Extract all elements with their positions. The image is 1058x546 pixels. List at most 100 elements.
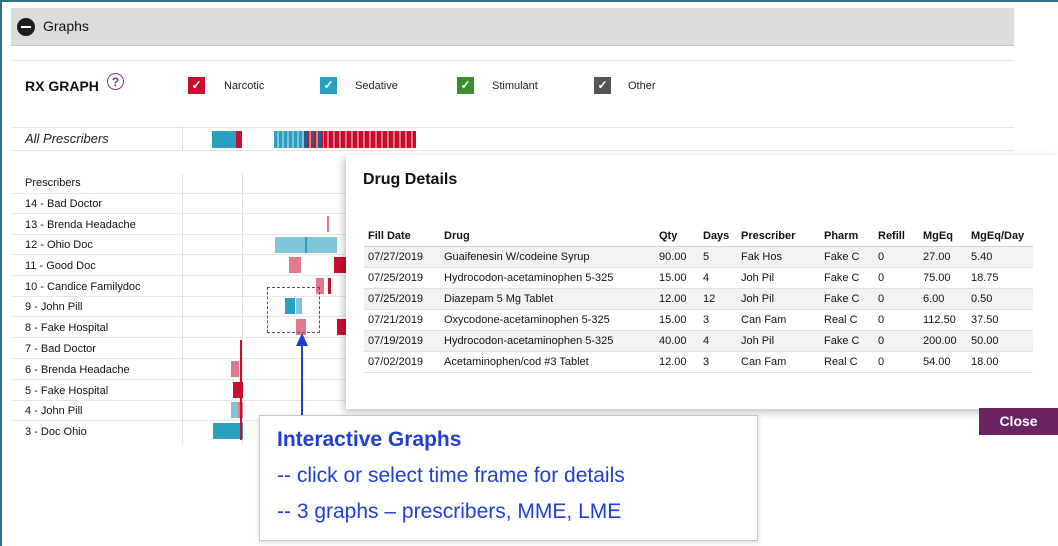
cell-pharm: Fake C: [820, 330, 874, 352]
bar-11-narcotic[interactable]: [289, 257, 301, 273]
other-checkbox[interactable]: ✓: [594, 77, 611, 94]
all-bar-mixed[interactable]: [304, 131, 324, 148]
frame-left-edge: [0, 0, 2, 546]
row-line: [11, 234, 351, 235]
stimulant-checkbox[interactable]: ✓: [457, 77, 474, 94]
col-drug[interactable]: Drug: [440, 226, 655, 247]
sedative-label: Sedative: [355, 80, 398, 92]
bar-6-narcotic[interactable]: [231, 361, 239, 377]
prescriber-row[interactable]: 13 - Brenda Headache: [25, 219, 136, 231]
rx-graph-legend: RX GRAPH ? ✓ Narcotic ✓ Sedative ✓ Stimu…: [11, 60, 1014, 128]
bar-11-narcotic-2[interactable]: [334, 257, 346, 273]
bar-4-sedative[interactable]: [231, 402, 238, 418]
all-prescribers-row[interactable]: All Prescribers: [11, 126, 1014, 151]
cell-refill: 0: [874, 288, 919, 310]
cell-refill: 0: [874, 309, 919, 331]
cell-qty: 12.00: [655, 288, 699, 310]
prescriber-row[interactable]: 14 - Bad Doctor: [25, 198, 102, 210]
bar-12-sedative-2[interactable]: [305, 237, 337, 253]
col-prescriber[interactable]: Prescriber: [737, 226, 820, 247]
cell-refill: 0: [874, 267, 919, 289]
prescriber-row[interactable]: 4 - John Pill: [25, 405, 82, 417]
cell-drug: Diazepam 5 Mg Tablet: [440, 288, 655, 310]
row-line: [11, 254, 351, 255]
prescriber-row[interactable]: 12 - Ohio Doc: [25, 239, 93, 251]
cell-qty: 15.00: [655, 267, 699, 289]
all-bar-sedative-1[interactable]: [212, 131, 236, 148]
col-mgeq-day[interactable]: MgEq/Day: [967, 226, 1033, 247]
cell-mgeq: 54.00: [919, 351, 967, 373]
cell-mgeq: 75.00: [919, 267, 967, 289]
cell-mgeq-day: 0.50: [967, 288, 1033, 310]
bar-7-narcotic-line[interactable]: [240, 340, 242, 440]
cell-qty: 90.00: [655, 246, 699, 268]
prescriber-row[interactable]: 10 - Candice Familydoc: [25, 281, 141, 293]
cell-pharm: Real C: [820, 351, 874, 373]
bar-13-narcotic[interactable]: [327, 216, 329, 232]
prescriber-row[interactable]: 9 - John Pill: [25, 301, 82, 313]
table-row[interactable]: 07/19/2019 Hydrocodon-acetaminophen 5-32…: [364, 330, 1033, 352]
sedative-checkbox[interactable]: ✓: [320, 77, 337, 94]
close-button[interactable]: Close: [979, 408, 1058, 435]
table-header-row: Fill Date Drug Qty Days Prescriber Pharm…: [364, 226, 1033, 247]
prescriber-row[interactable]: 11 - Good Doc: [25, 260, 96, 272]
cell-qty: 15.00: [655, 309, 699, 331]
prescriber-row[interactable]: 3 - Doc Ohio: [25, 426, 87, 438]
cell-mgeq: 27.00: [919, 246, 967, 268]
prescriber-col-divider: [182, 174, 183, 444]
col-mgeq[interactable]: MgEq: [919, 226, 967, 247]
cell-days: 12: [699, 288, 737, 310]
bar-10-narcotic-2[interactable]: [328, 278, 331, 294]
prescriber-row[interactable]: 7 - Bad Doctor: [25, 343, 96, 355]
col-qty[interactable]: Qty: [655, 226, 699, 247]
table-row[interactable]: 07/25/2019 Hydrocodon-acetaminophen 5-32…: [364, 267, 1033, 289]
narcotic-checkbox[interactable]: ✓: [188, 77, 205, 94]
cell-pharm: Fake C: [820, 288, 874, 310]
cell-fill-date: 07/27/2019: [364, 246, 440, 268]
row-line: [11, 358, 351, 359]
cell-mgeq-day: 18.75: [967, 267, 1033, 289]
cell-fill-date: 07/19/2019: [364, 330, 440, 352]
bar-3-sedative[interactable]: [213, 423, 243, 439]
cell-fill-date: 07/25/2019: [364, 288, 440, 310]
selection-box[interactable]: [267, 287, 320, 333]
cell-refill: 0: [874, 351, 919, 373]
cell-refill: 0: [874, 330, 919, 352]
col-fill-date[interactable]: Fill Date: [364, 226, 440, 247]
cell-mgeq-day: 50.00: [967, 330, 1033, 352]
cell-days: 5: [699, 246, 737, 268]
all-bar-narcotic-2[interactable]: [324, 131, 416, 148]
col-days[interactable]: Days: [699, 226, 737, 247]
col-refill[interactable]: Refill: [874, 226, 919, 247]
row-line: [11, 213, 351, 214]
cell-drug: Hydrocodon-acetaminophen 5-325: [440, 267, 655, 289]
cell-prescriber: Joh Pil: [737, 267, 820, 289]
cell-mgeq: 200.00: [919, 330, 967, 352]
collapse-icon[interactable]: [17, 18, 35, 36]
callout-title: Interactive Graphs: [277, 428, 462, 451]
prescribers-header-line: [11, 193, 351, 194]
table-row[interactable]: 07/27/2019 Guaifenesin W/codeine Syrup 9…: [364, 246, 1033, 268]
prescriber-row[interactable]: 5 - Fake Hospital: [25, 385, 108, 397]
cell-mgeq-day: 18.00: [967, 351, 1033, 373]
cell-prescriber: Can Fam: [737, 351, 820, 373]
frame-top-edge: [0, 0, 1058, 2]
prescriber-row[interactable]: 6 - Brenda Headache: [25, 364, 130, 376]
bar-12-sedative[interactable]: [275, 237, 305, 253]
help-icon[interactable]: ?: [107, 73, 124, 90]
graphs-header[interactable]: Graphs: [11, 8, 1014, 46]
table-row[interactable]: 07/25/2019 Diazepam 5 Mg Tablet 12.00 12…: [364, 288, 1033, 310]
callout-line-2: -- 3 graphs – prescribers, MME, LME: [277, 500, 622, 523]
modal-title: Drug Details: [363, 171, 458, 188]
cell-qty: 40.00: [655, 330, 699, 352]
col-pharm[interactable]: Pharm: [820, 226, 874, 247]
prescriber-row[interactable]: 8 - Fake Hospital: [25, 322, 108, 334]
drug-details-table: Fill Date Drug Qty Days Prescriber Pharm…: [364, 226, 1033, 373]
all-bar-narcotic-1[interactable]: [236, 131, 242, 148]
table-row[interactable]: 07/21/2019 Oxycodone-acetaminophen 5-325…: [364, 309, 1033, 331]
table-row[interactable]: 07/02/2019 Acetaminophen/cod #3 Tablet 1…: [364, 351, 1033, 373]
callout-line-1: -- click or select time frame for detail…: [277, 464, 625, 487]
cell-pharm: Fake C: [820, 267, 874, 289]
all-bar-sedative-2[interactable]: [274, 131, 304, 148]
cell-qty: 12.00: [655, 351, 699, 373]
